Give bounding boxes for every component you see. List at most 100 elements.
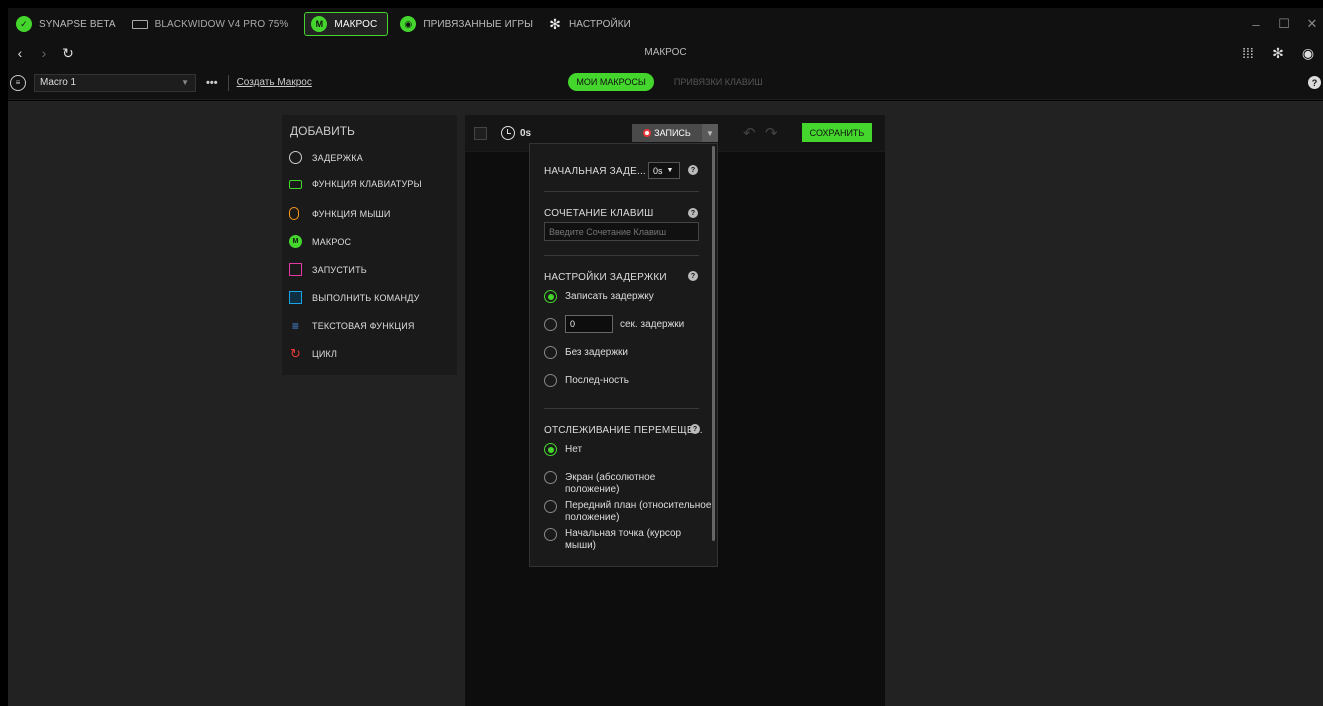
add-launch[interactable]: ЗАПУСТИТЬ — [289, 263, 367, 276]
tab-macro[interactable]: M МАКРОС — [304, 12, 389, 36]
divider — [544, 255, 699, 256]
add-text-function[interactable]: ≡ ТЕКСТОВАЯ ФУНКЦИЯ — [289, 318, 415, 333]
add-item-label: ВЫПОЛНИТЬ КОМАНДУ — [312, 292, 420, 303]
close-icon[interactable]: ✕ — [1301, 16, 1323, 32]
maximize-icon[interactable]: ☐ — [1273, 16, 1295, 32]
tab-label: НАСТРОЙКИ — [568, 18, 631, 30]
shortcut-input[interactable] — [544, 222, 699, 241]
radio-tracking-screen[interactable] — [544, 471, 557, 484]
gamepad-icon: ◉ — [400, 16, 417, 32]
text-icon: ≡ — [291, 318, 300, 333]
radio-label: Без задержки — [565, 347, 629, 358]
radio-label: Записать задержку — [565, 291, 654, 302]
record-label: ЗАПИСЬ — [654, 128, 691, 138]
add-mouse-function[interactable]: ФУНКЦИЯ МЫШИ — [289, 207, 391, 220]
add-item-label: ФУНКЦИЯ МЫШИ — [312, 208, 391, 219]
custom-delay-input[interactable] — [565, 315, 613, 333]
help-icon[interactable]: ? — [1308, 76, 1321, 89]
divider — [227, 74, 229, 91]
tracking-label: ОТСЛЕЖИВАНИЕ ПЕРЕМЕЩЕ... — [544, 425, 703, 436]
profile-bar: ≡ Macro 1 ▼ ••• Создать Макрос МОИ МАКРО… — [8, 66, 1323, 100]
radio-record-delay[interactable] — [544, 290, 557, 303]
layers-icon: ≡ — [10, 74, 26, 91]
add-panel: ДОБАВИТЬ ЗАДЕРЖКА ФУНКЦИЯ КЛАВИАТУРЫ ФУН… — [282, 115, 457, 375]
radio-label: Начальная точка (курсор мыши) — [565, 528, 682, 551]
macro-icon: M — [311, 16, 328, 32]
radio-label: Нет — [565, 444, 583, 455]
clock-icon — [289, 151, 302, 164]
save-button[interactable]: СОХРАНИТЬ — [802, 123, 872, 142]
chevron-down-icon: ▼ — [181, 78, 189, 87]
page-title: МАКРОС — [644, 47, 687, 58]
help-icon[interactable]: ? — [690, 424, 700, 434]
tab-my-macros[interactable]: МОИ МАКРОСЫ — [568, 73, 654, 91]
tab-synapse[interactable]: ✓ SYNAPSE BETA — [8, 11, 126, 37]
macro-select[interactable]: Macro 1 ▼ — [34, 73, 196, 92]
help-icon[interactable]: ? — [688, 208, 698, 218]
select-all-checkbox[interactable] — [474, 127, 487, 140]
tab-label: МАКРОС — [334, 18, 378, 30]
window-controls: – ☐ ✕ — [1239, 8, 1323, 40]
gear-icon: ✻ — [549, 15, 561, 32]
macro-select-value: Macro 1 — [40, 77, 77, 88]
initial-delay-select[interactable]: 0s ▼ — [648, 162, 680, 179]
divider — [544, 408, 699, 409]
add-item-label: МАКРОС — [312, 236, 352, 247]
radio-sequence[interactable] — [544, 374, 557, 387]
settings-gear-icon[interactable]: ✻ — [1263, 45, 1293, 62]
radio-label: Экран (абсолютное положение) — [565, 472, 656, 495]
radio-tracking-start-point[interactable] — [544, 528, 557, 541]
account-icon[interactable]: ◉ — [1293, 45, 1323, 62]
tab-device[interactable]: BLACKWIDOW V4 PRO 75% — [126, 11, 299, 37]
back-icon[interactable]: ‹ — [8, 45, 32, 61]
tab-label: BLACKWIDOW V4 PRO 75% — [154, 18, 289, 30]
apps-grid-icon[interactable]: ⁞⁞⁞ — [1233, 45, 1263, 61]
mouse-icon — [289, 207, 299, 220]
initial-delay-value: 0s — [653, 165, 663, 176]
add-panel-title: ДОБАВИТЬ — [290, 124, 355, 138]
tab-label: ПРИВЯЗАННЫЕ ИГРЫ — [423, 18, 534, 30]
forward-icon[interactable]: › — [32, 45, 56, 61]
popup-scrollbar[interactable] — [712, 146, 715, 541]
help-icon[interactable]: ? — [688, 271, 698, 281]
radio-no-delay[interactable] — [544, 346, 557, 359]
duration-value: 0s — [520, 128, 532, 139]
refresh-icon[interactable]: ↻ — [56, 45, 80, 62]
minimize-icon[interactable]: – — [1245, 17, 1267, 32]
more-options-icon[interactable]: ••• — [206, 77, 218, 89]
add-delay[interactable]: ЗАДЕРЖКА — [289, 151, 363, 164]
add-macro[interactable]: M МАКРОС — [289, 235, 351, 248]
record-options-button[interactable]: ▼ — [702, 124, 718, 142]
undo-icon[interactable]: ↶ — [743, 124, 756, 142]
macro-icon: M — [289, 235, 302, 248]
delay-settings-label: НАСТРОЙКИ ЗАДЕРЖКИ — [544, 272, 667, 283]
radio-label: сек. задержки — [620, 319, 685, 330]
launch-icon — [289, 263, 302, 276]
add-item-label: ТЕКСТОВАЯ ФУНКЦИЯ — [312, 320, 415, 331]
divider — [544, 191, 699, 192]
title-bar: ✓ SYNAPSE BETA BLACKWIDOW V4 PRO 75% M М… — [8, 8, 1323, 40]
redo-icon[interactable]: ↷ — [765, 124, 778, 142]
tab-linked-games[interactable]: ◉ ПРИВЯЗАННЫЕ ИГРЫ — [394, 11, 543, 37]
tab-label: SYNAPSE BETA — [39, 18, 116, 30]
chevron-down-icon: ▼ — [666, 167, 674, 174]
tab-keybinds[interactable]: ПРИВЯЗКИ КЛАВИШ — [674, 73, 763, 91]
keyboard-icon — [289, 179, 302, 189]
chevron-down-icon: ▼ — [706, 128, 714, 138]
add-keyboard-function[interactable]: ФУНКЦИЯ КЛАВИАТУРЫ — [289, 179, 422, 189]
record-options-popup: НАЧАЛЬНАЯ ЗАДЕ... 0s ▼ ? СОЧЕТАНИЕ КЛАВИ… — [529, 143, 718, 567]
record-button[interactable]: ЗАПИСЬ — [632, 124, 702, 142]
synapse-logo-icon: ✓ — [16, 16, 32, 32]
radio-label: Передний план (относительное положение) — [565, 500, 712, 523]
create-macro-link[interactable]: Создать Макрос — [237, 77, 312, 88]
radio-label: Послед-ность — [565, 375, 629, 386]
add-item-label: ЦИКЛ — [312, 348, 338, 359]
tab-settings[interactable]: ✻ НАСТРОЙКИ — [543, 11, 641, 37]
add-run-command[interactable]: ВЫПОЛНИТЬ КОМАНДУ — [289, 291, 420, 304]
radio-tracking-foreground[interactable] — [544, 500, 557, 513]
keyboard-icon — [131, 19, 148, 29]
help-icon[interactable]: ? — [688, 165, 698, 175]
radio-custom-delay[interactable] — [544, 318, 557, 331]
radio-tracking-none[interactable] — [544, 443, 557, 456]
add-loop[interactable]: ↻ ЦИКЛ — [289, 346, 338, 361]
